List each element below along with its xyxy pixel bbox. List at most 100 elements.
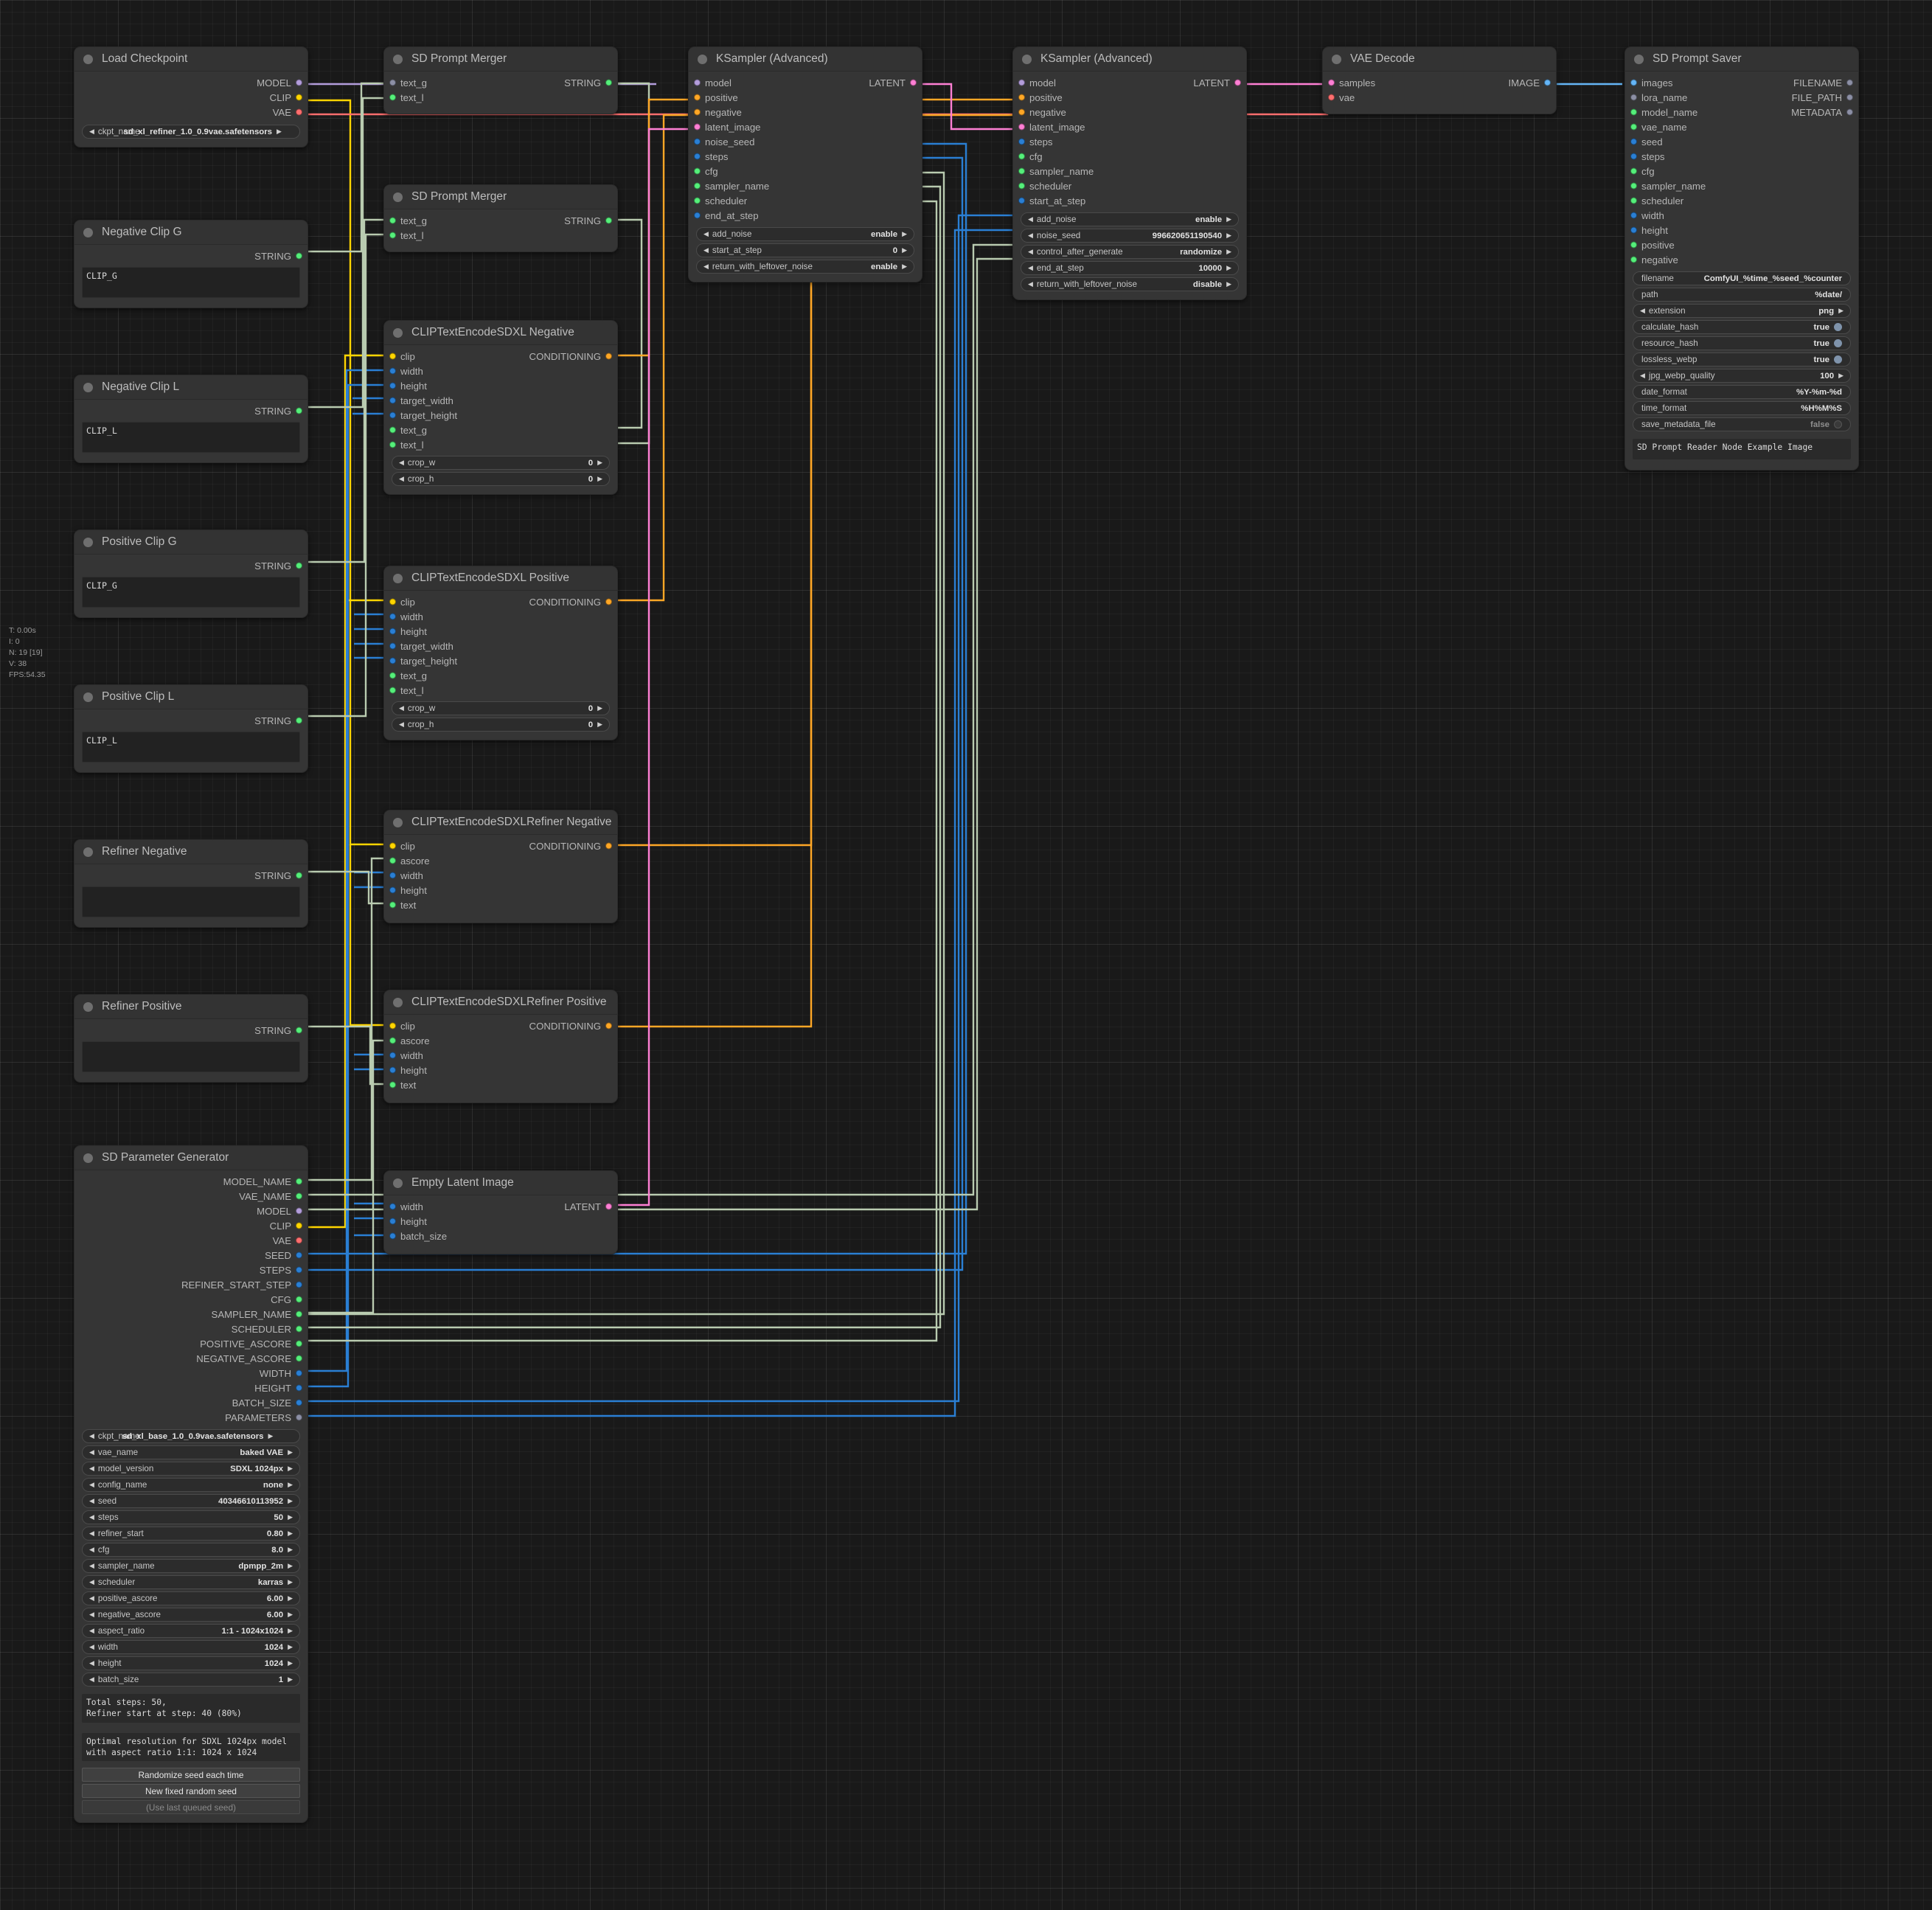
slot-pip-icon[interactable]: [389, 217, 396, 224]
slot-pip-icon[interactable]: [1630, 212, 1637, 219]
input-slot-height[interactable]: height: [384, 624, 617, 639]
slot-pip-icon[interactable]: [296, 94, 302, 101]
arrow-left-icon[interactable]: ◀: [89, 1611, 94, 1619]
node-title-bar[interactable]: SD Prompt Saver: [1625, 47, 1858, 72]
output-slot-positive-ascore[interactable]: POSITIVE_ASCORE: [74, 1336, 307, 1351]
input-slot-clip[interactable]: clip CONDITIONING: [384, 349, 617, 364]
slot-pip-icon[interactable]: [389, 232, 396, 239]
slot-pip-icon[interactable]: [389, 901, 396, 909]
input-slot-width[interactable]: width LATENT: [384, 1199, 617, 1214]
input-slot-samples[interactable]: samples IMAGE: [1323, 75, 1556, 90]
slot-pip-icon[interactable]: [389, 613, 396, 620]
arrow-left-icon[interactable]: ◀: [399, 475, 404, 483]
slot-pip-icon[interactable]: [694, 167, 701, 175]
slot-pip-icon[interactable]: [694, 153, 701, 160]
slot-pip-icon[interactable]: [605, 217, 612, 224]
output-slot-string[interactable]: STRING: [74, 403, 307, 418]
slot-pip-icon[interactable]: [1234, 79, 1241, 86]
arrow-right-icon[interactable]: ▶: [288, 1562, 293, 1570]
arrow-left-icon[interactable]: ◀: [1028, 215, 1033, 223]
collapse-dot-icon[interactable]: [83, 1153, 93, 1163]
arrow-right-icon[interactable]: ▶: [288, 1497, 293, 1505]
node-negative-clip-l[interactable]: Negative Clip L STRING CLIP_L: [74, 375, 308, 463]
slot-pip-icon[interactable]: [296, 1251, 302, 1259]
input-slot-text-l[interactable]: text_l: [384, 228, 617, 243]
input-slot-vae[interactable]: vae: [1323, 90, 1556, 105]
widget-lossless-webp[interactable]: lossless_webp true: [1633, 353, 1851, 367]
node-refiner-positive[interactable]: Refiner Positive STRING: [74, 994, 308, 1083]
input-slot-model[interactable]: model LATENT: [1013, 75, 1246, 90]
node-negative-clip-g[interactable]: Negative Clip G STRING CLIP_G: [74, 220, 308, 308]
arrow-left-icon[interactable]: ◀: [399, 704, 404, 712]
input-slot-text[interactable]: text: [384, 897, 617, 912]
slot-pip-icon[interactable]: [1630, 79, 1637, 86]
slot-pip-icon[interactable]: [296, 1340, 302, 1347]
input-slot-negative[interactable]: negative: [1625, 252, 1858, 267]
node-cliptextencodesdxlrefiner-negative[interactable]: CLIPTextEncodeSDXLRefiner Negative clip …: [383, 810, 618, 923]
arrow-right-icon[interactable]: ▶: [1226, 232, 1231, 240]
slot-pip-icon[interactable]: [389, 1232, 396, 1240]
arrow-right-icon[interactable]: ▶: [288, 1465, 293, 1473]
input-slot-text-l[interactable]: text_l: [384, 683, 617, 698]
slot-pip-icon[interactable]: [1018, 153, 1025, 160]
node-title-bar[interactable]: CLIPTextEncodeSDXL Negative: [384, 321, 617, 345]
slot-pip-icon[interactable]: [296, 252, 302, 260]
node-cliptextencodesdxl-negative[interactable]: CLIPTextEncodeSDXL Negative clip CONDITI…: [383, 320, 618, 495]
input-slot-cfg[interactable]: cfg: [689, 164, 922, 178]
collapse-dot-icon[interactable]: [393, 573, 403, 583]
node-sd-prompt-merger-1[interactable]: SD Prompt Merger text_g STRING text_l: [383, 46, 618, 114]
output-slot-batch-size[interactable]: BATCH_SIZE: [74, 1395, 307, 1410]
slot-pip-icon[interactable]: [389, 642, 396, 650]
input-slot-text[interactable]: text: [384, 1077, 617, 1092]
slot-pip-icon[interactable]: [1328, 79, 1335, 86]
widget-calculate-hash[interactable]: calculate_hash true: [1633, 320, 1851, 334]
input-slot-lora-name[interactable]: lora_name FILE_PATH: [1625, 90, 1858, 105]
output-slot-string[interactable]: STRING: [74, 558, 307, 573]
arrow-left-icon[interactable]: ◀: [89, 1594, 94, 1602]
slot-pip-icon[interactable]: [296, 79, 302, 86]
arrow-right-icon[interactable]: ▶: [268, 1432, 274, 1440]
widget-jpg-webp-quality[interactable]: ◀ jpg_webp_quality 100 ▶: [1633, 369, 1851, 383]
node-sd-prompt-merger-2[interactable]: SD Prompt Merger text_g STRING text_l: [383, 184, 618, 252]
arrow-left-icon[interactable]: ◀: [89, 1432, 94, 1440]
arrow-left-icon[interactable]: ◀: [89, 128, 94, 136]
output-slot-sampler-name[interactable]: SAMPLER_NAME: [74, 1307, 307, 1322]
slot-pip-icon[interactable]: [296, 1310, 302, 1318]
slot-pip-icon[interactable]: [1544, 79, 1551, 86]
output-slot-parameters[interactable]: PARAMETERS: [74, 1410, 307, 1425]
slot-pip-icon[interactable]: [389, 353, 396, 360]
node-cliptextencodesdxl-positive[interactable]: CLIPTextEncodeSDXL Positive clip CONDITI…: [383, 566, 618, 740]
input-slot-images[interactable]: images FILENAME: [1625, 75, 1858, 90]
slot-pip-icon[interactable]: [389, 397, 396, 404]
node-title-bar[interactable]: SD Prompt Merger: [384, 185, 617, 209]
widget-add-noise[interactable]: ◀ add_noise enable ▶: [1021, 212, 1239, 226]
arrow-left-icon[interactable]: ◀: [1028, 280, 1033, 288]
arrow-right-icon[interactable]: ▶: [1226, 264, 1231, 272]
slot-pip-icon[interactable]: [389, 1081, 396, 1088]
widget-add-noise[interactable]: ◀ add_noise enable ▶: [696, 227, 914, 241]
collapse-dot-icon[interactable]: [83, 54, 93, 64]
input-slot-positive[interactable]: positive: [1013, 90, 1246, 105]
arrow-right-icon[interactable]: ▶: [288, 1481, 293, 1489]
widget-negative-ascore[interactable]: ◀ negative_ascore 6.00 ▶: [82, 1608, 300, 1622]
widget-sampler-name[interactable]: ◀ sampler_name dpmpp_2m ▶: [82, 1559, 300, 1573]
slot-pip-icon[interactable]: [389, 1037, 396, 1044]
arrow-right-icon[interactable]: ▶: [597, 459, 602, 467]
input-slot-steps[interactable]: steps: [1013, 134, 1246, 149]
text-input[interactable]: CLIP_L: [82, 422, 300, 453]
output-slot-vae[interactable]: VAE: [74, 105, 307, 119]
arrow-right-icon[interactable]: ▶: [902, 246, 907, 254]
input-slot-cfg[interactable]: cfg: [1013, 149, 1246, 164]
node-title-bar[interactable]: KSampler (Advanced): [1013, 47, 1246, 72]
text-input[interactable]: [82, 1041, 300, 1072]
widget-height[interactable]: ◀ height 1024 ▶: [82, 1656, 300, 1670]
arrow-right-icon[interactable]: ▶: [597, 475, 602, 483]
slot-pip-icon[interactable]: [1630, 153, 1637, 160]
widget-seed[interactable]: ◀ seed 40346610113952 ▶: [82, 1494, 300, 1508]
node-title-bar[interactable]: Negative Clip G: [74, 220, 307, 245]
output-slot-refiner-start-step[interactable]: REFINER_START_STEP: [74, 1277, 307, 1292]
slot-pip-icon[interactable]: [389, 628, 396, 635]
output-slot-model[interactable]: MODEL: [74, 1204, 307, 1218]
input-slot-positive[interactable]: positive: [1625, 237, 1858, 252]
slot-pip-icon[interactable]: [1018, 167, 1025, 175]
